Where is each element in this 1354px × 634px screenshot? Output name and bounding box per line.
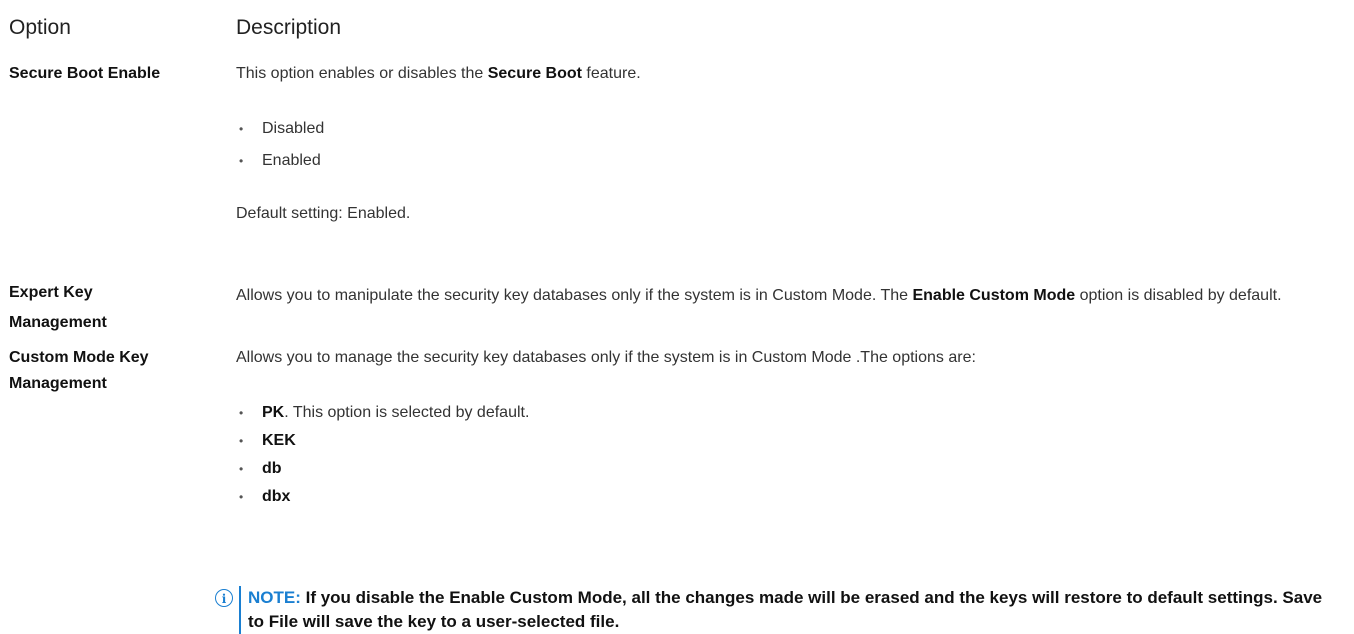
desc-text: Allows you to manipulate the security ke… [236, 287, 913, 304]
desc-bold: Secure Boot [487, 65, 582, 82]
bullet-icon: • [239, 122, 244, 136]
desc-text: This option enables or disables the [236, 65, 488, 82]
option-secure-boot-enable: Secure Boot Enable [9, 65, 161, 82]
bullet-icon: • [239, 406, 244, 420]
option-custom-mode-key-management: Custom Mode Key Management [9, 346, 214, 396]
option-line: Custom Mode Key [9, 349, 149, 366]
list-item: • Disabled [236, 117, 324, 141]
list-item-text: dbx [262, 488, 291, 505]
list-item: • dbx [236, 485, 529, 509]
note-divider [239, 586, 241, 634]
desc-text: option is disabled by default. [1075, 287, 1282, 304]
desc-bold: Enable Custom Mode [912, 287, 1076, 304]
custom-mode-choices: • PK. This option is selected by default.… [236, 401, 529, 509]
option-line: Expert Key [9, 284, 93, 301]
list-item-text: KEK [262, 432, 296, 449]
info-icon: i [215, 589, 233, 607]
list-item-text: db [262, 460, 282, 477]
header-description: Description [236, 16, 342, 39]
secure-boot-choices: • Disabled • Enabled [236, 117, 324, 173]
list-item-text: PK. This option is selected by default. [262, 404, 529, 421]
secure-boot-default: Default setting: Enabled. [236, 205, 411, 222]
bullet-icon: • [239, 462, 244, 476]
list-item: • db [236, 457, 529, 481]
option-line: Management [9, 314, 107, 331]
list-item-text: Disabled [262, 120, 325, 137]
bullet-icon: • [239, 434, 244, 448]
note-label: NOTE: [248, 588, 301, 607]
list-item: • PK. This option is selected by default. [236, 401, 529, 425]
note-text: NOTE: If you disable the Enable Custom M… [248, 586, 1338, 634]
choice-rest: . This option is selected by default. [284, 404, 530, 421]
header-option: Option [9, 16, 71, 39]
custom-mode-description: Allows you to manage the security key da… [236, 349, 976, 366]
option-expert-key-management: Expert Key Management [9, 281, 214, 335]
bullet-icon: • [239, 490, 244, 504]
list-item-text: Enabled [262, 152, 321, 169]
expert-key-description: Allows you to manipulate the security ke… [236, 281, 1336, 311]
option-line: Management [9, 375, 107, 392]
list-item: • KEK [236, 429, 529, 453]
choice-bold: PK [262, 404, 285, 421]
secure-boot-description: This option enables or disables the Secu… [236, 62, 1336, 86]
note-body: If you disable the Enable Custom Mode, a… [248, 588, 1323, 631]
bullet-icon: • [239, 154, 244, 168]
desc-text: feature. [581, 65, 641, 82]
list-item: • Enabled [236, 149, 324, 173]
